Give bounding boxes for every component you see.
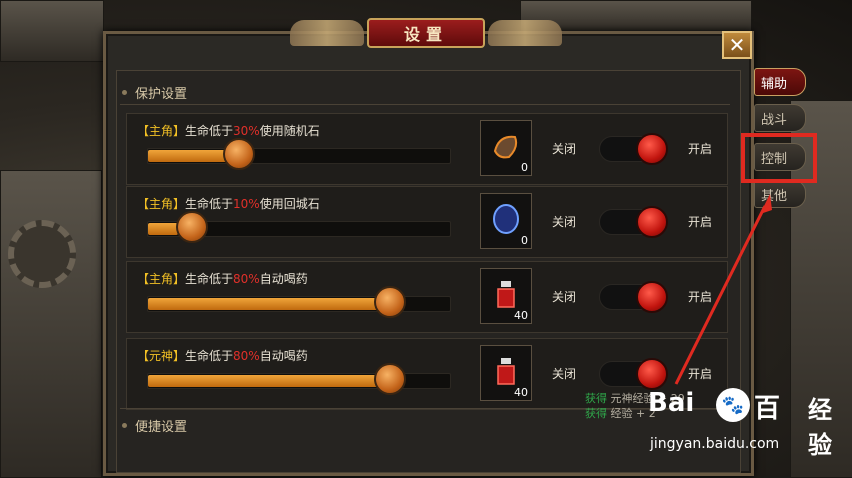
watermark-url: jingyan.baidu.com bbox=[650, 436, 780, 452]
paw-icon: 🐾 bbox=[716, 388, 750, 422]
watermark-brand: 百 bbox=[754, 394, 781, 424]
baidu-watermark: Bai 🐾 百 经验 jingyan.baidu.com bbox=[648, 388, 832, 459]
exp-log-line: 获得 经验 + 2 bbox=[585, 407, 656, 420]
watermark-brand: 经验 bbox=[808, 396, 832, 459]
watermark-brand: Bai bbox=[648, 388, 695, 418]
